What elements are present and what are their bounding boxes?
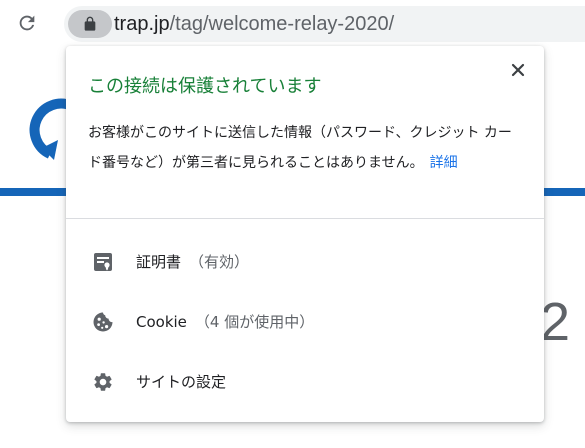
address-bar[interactable]: trap.jp/tag/welcome-relay-2020/ [64, 6, 585, 42]
page-info-bubble: この接続は保護されています お客様がこのサイトに送信した情報（パスワード、クレジ… [66, 46, 544, 422]
gear-icon [92, 371, 114, 393]
close-icon [511, 63, 525, 77]
url-path: /tag/welcome-relay-2020/ [169, 13, 395, 35]
site-settings-row[interactable]: サイトの設定 [66, 359, 544, 405]
connection-secure-title: この接続は保護されています [88, 76, 322, 97]
reload-icon [19, 15, 35, 31]
cookie-label: Cookie [136, 313, 187, 331]
certificate-label: 証明書 [136, 253, 182, 271]
certificate-row[interactable]: 証明書 （有効） [66, 239, 544, 285]
site-settings-label: サイトの設定 [136, 373, 227, 391]
cookie-row-label: Cookie （4 個が使用中） [136, 311, 314, 333]
browser-toolbar: trap.jp/tag/welcome-relay-2020/ [0, 0, 585, 46]
page-heading-fragment: 2 [540, 292, 571, 352]
details-link[interactable]: 詳細 [430, 155, 458, 171]
site-info-button[interactable] [68, 10, 112, 38]
site-settings-row-label: サイトの設定 [136, 371, 226, 393]
reload-button[interactable] [14, 10, 40, 36]
url-text[interactable]: trap.jp/tag/welcome-relay-2020/ [114, 11, 394, 37]
certificate-status: （有効） [189, 253, 250, 271]
connection-description: お客様がこのサイトに送信した情報（パスワード、クレジット カード番号など）が第三… [88, 118, 524, 178]
certificate-row-label: 証明書 （有効） [136, 251, 249, 273]
certificate-icon [92, 251, 114, 273]
url-host: trap.jp [114, 13, 170, 35]
divider [66, 218, 544, 219]
cookie-status: （4 個が使用中） [194, 313, 315, 331]
cookie-icon [92, 311, 114, 333]
lock-icon [84, 16, 96, 31]
cookie-row[interactable]: Cookie （4 個が使用中） [66, 299, 544, 345]
close-button[interactable] [506, 58, 530, 82]
